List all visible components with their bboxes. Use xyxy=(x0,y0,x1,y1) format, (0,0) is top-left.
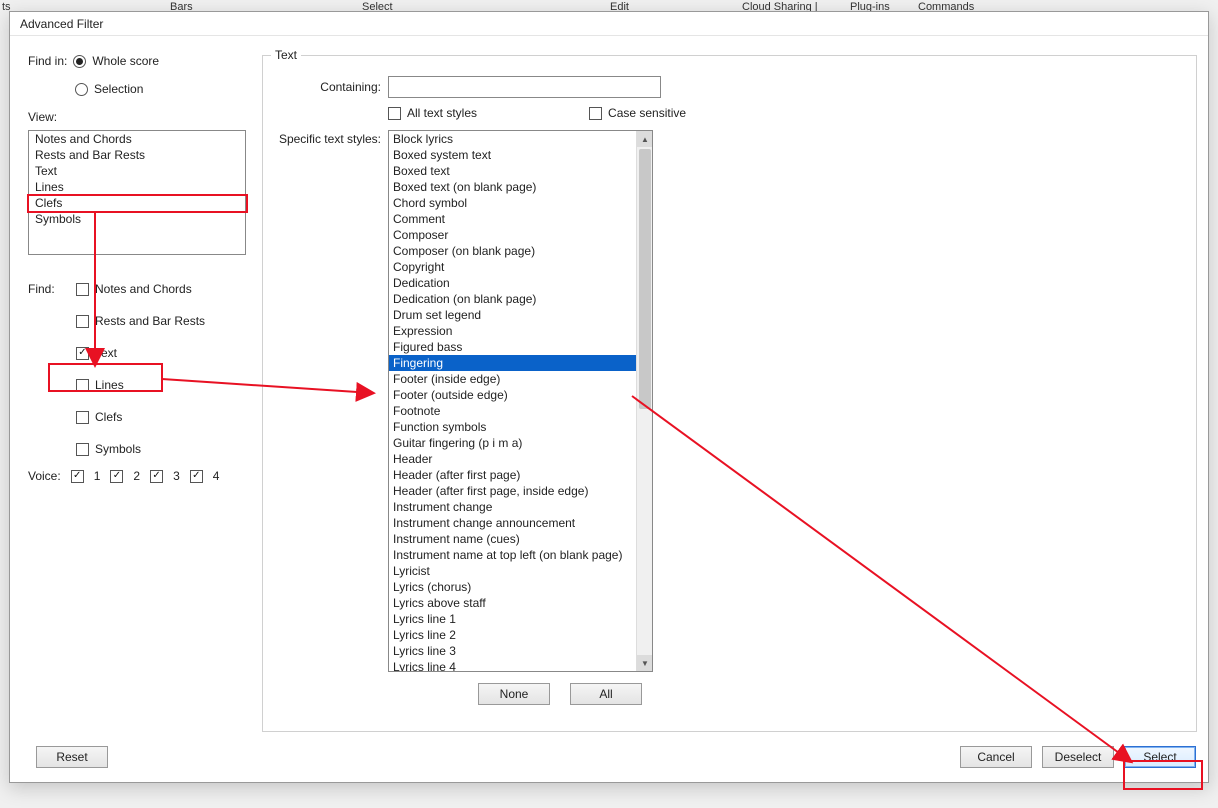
style-item[interactable]: Lyrics (chorus) xyxy=(389,579,638,595)
style-item[interactable]: Composer (on blank page) xyxy=(389,243,638,259)
find-check-rests-label: Rests and Bar Rests xyxy=(95,314,205,328)
style-item[interactable]: Boxed text xyxy=(389,163,638,179)
style-item[interactable]: Fingering xyxy=(389,355,638,371)
cancel-button[interactable]: Cancel xyxy=(960,746,1032,768)
specific-styles-listbox[interactable]: Block lyricsBoxed system textBoxed textB… xyxy=(388,130,653,672)
radio-whole-score[interactable] xyxy=(73,55,86,68)
voice-4-check[interactable] xyxy=(190,470,203,483)
style-item[interactable]: Boxed system text xyxy=(389,147,638,163)
style-item[interactable]: Composer xyxy=(389,227,638,243)
view-item-text[interactable]: Text xyxy=(29,163,245,179)
style-item[interactable]: Lyrics line 1 xyxy=(389,611,638,627)
dialog-title-bar: Advanced Filter xyxy=(10,12,1208,36)
case-sensitive-check[interactable] xyxy=(589,107,602,120)
view-item-rests[interactable]: Rests and Bar Rests xyxy=(29,147,245,163)
containing-label: Containing: xyxy=(263,80,381,94)
bottom-bar: Reset Cancel Deselect Select xyxy=(10,734,1208,782)
all-text-styles-label: All text styles xyxy=(407,106,477,120)
all-button[interactable]: All xyxy=(570,683,642,705)
style-item[interactable]: Instrument name at top left (on blank pa… xyxy=(389,547,638,563)
scroll-down-arrow-icon[interactable]: ▼ xyxy=(637,655,653,671)
find-block: Find: Notes and Chords Rests and Bar Res… xyxy=(28,273,258,465)
view-listbox[interactable]: Notes and Chords Rests and Bar Rests Tex… xyxy=(28,130,246,255)
style-item[interactable]: Function symbols xyxy=(389,419,638,435)
style-item[interactable]: Header xyxy=(389,451,638,467)
voice-1-check[interactable] xyxy=(71,470,84,483)
find-label: Find: xyxy=(28,282,76,296)
style-item[interactable]: Instrument change xyxy=(389,499,638,515)
find-check-notes-label: Notes and Chords xyxy=(95,282,192,296)
style-item[interactable]: Drum set legend xyxy=(389,307,638,323)
view-item-notes[interactable]: Notes and Chords xyxy=(29,131,245,147)
voice-2-label: 2 xyxy=(133,469,140,483)
radio-selection-label: Selection xyxy=(94,82,143,96)
find-in-group: Find in: Whole score Selection xyxy=(28,54,258,96)
voice-label: Voice: xyxy=(28,469,61,483)
text-fieldset: Text Containing: All text styles Case se… xyxy=(262,48,1197,732)
style-item[interactable]: Guitar fingering (p i m a) xyxy=(389,435,638,451)
style-item[interactable]: Dedication (on blank page) xyxy=(389,291,638,307)
style-item[interactable]: Figured bass xyxy=(389,339,638,355)
style-item[interactable]: Lyrics line 2 xyxy=(389,627,638,643)
style-item[interactable]: Block lyrics xyxy=(389,131,638,147)
style-item[interactable]: Chord symbol xyxy=(389,195,638,211)
find-check-clefs[interactable] xyxy=(76,411,89,424)
none-button[interactable]: None xyxy=(478,683,550,705)
style-item[interactable]: Lyrics line 4 xyxy=(389,659,638,672)
dialog-title: Advanced Filter xyxy=(20,17,103,31)
style-item[interactable]: Footer (inside edge) xyxy=(389,371,638,387)
style-item[interactable]: Instrument change announcement xyxy=(389,515,638,531)
style-item[interactable]: Comment xyxy=(389,211,638,227)
styles-scrollbar[interactable]: ▲ ▼ xyxy=(636,131,652,671)
reset-button[interactable]: Reset xyxy=(36,746,108,768)
style-item[interactable]: Lyrics above staff xyxy=(389,595,638,611)
voice-row: Voice: 1 2 3 4 xyxy=(28,469,258,483)
style-item[interactable]: Lyricist xyxy=(389,563,638,579)
view-item-lines[interactable]: Lines xyxy=(29,179,245,195)
view-item-clefs[interactable]: Clefs xyxy=(29,195,245,211)
scroll-up-arrow-icon[interactable]: ▲ xyxy=(637,131,653,147)
style-item[interactable]: Expression xyxy=(389,323,638,339)
find-check-text[interactable] xyxy=(76,347,89,360)
style-item[interactable]: Footer (outside edge) xyxy=(389,387,638,403)
advanced-filter-dialog: Advanced Filter Find in: Whole score Sel… xyxy=(9,11,1209,783)
style-item[interactable]: Lyrics line 3 xyxy=(389,643,638,659)
find-check-symbols-label: Symbols xyxy=(95,442,141,456)
scroll-thumb[interactable] xyxy=(639,149,651,409)
radio-whole-score-label: Whole score xyxy=(92,54,159,68)
case-sensitive-label: Case sensitive xyxy=(608,106,686,120)
text-legend: Text xyxy=(271,48,301,62)
voice-2-check[interactable] xyxy=(110,470,123,483)
find-in-label: Find in: xyxy=(28,54,67,68)
style-item[interactable]: Dedication xyxy=(389,275,638,291)
find-check-rests[interactable] xyxy=(76,315,89,328)
find-check-clefs-label: Clefs xyxy=(95,410,122,424)
radio-selection[interactable] xyxy=(75,83,88,96)
style-item[interactable]: Footnote xyxy=(389,403,638,419)
all-text-styles-check[interactable] xyxy=(388,107,401,120)
find-check-text-label: Text xyxy=(95,346,117,360)
style-item[interactable]: Copyright xyxy=(389,259,638,275)
specific-styles-label: Specific text styles: xyxy=(263,132,381,146)
style-item[interactable]: Instrument name (cues) xyxy=(389,531,638,547)
select-button[interactable]: Select xyxy=(1124,746,1196,768)
style-item[interactable]: Boxed text (on blank page) xyxy=(389,179,638,195)
style-item[interactable]: Header (after first page, inside edge) xyxy=(389,483,638,499)
containing-input[interactable] xyxy=(388,76,661,98)
find-check-symbols[interactable] xyxy=(76,443,89,456)
find-check-lines[interactable] xyxy=(76,379,89,392)
style-item[interactable]: Header (after first page) xyxy=(389,467,638,483)
view-label: View: xyxy=(28,110,258,124)
find-check-notes[interactable] xyxy=(76,283,89,296)
voice-4-label: 4 xyxy=(213,469,220,483)
find-check-lines-label: Lines xyxy=(95,378,124,392)
voice-3-check[interactable] xyxy=(150,470,163,483)
deselect-button[interactable]: Deselect xyxy=(1042,746,1114,768)
voice-1-label: 1 xyxy=(94,469,101,483)
view-item-symbols[interactable]: Symbols xyxy=(29,211,245,227)
voice-3-label: 3 xyxy=(173,469,180,483)
